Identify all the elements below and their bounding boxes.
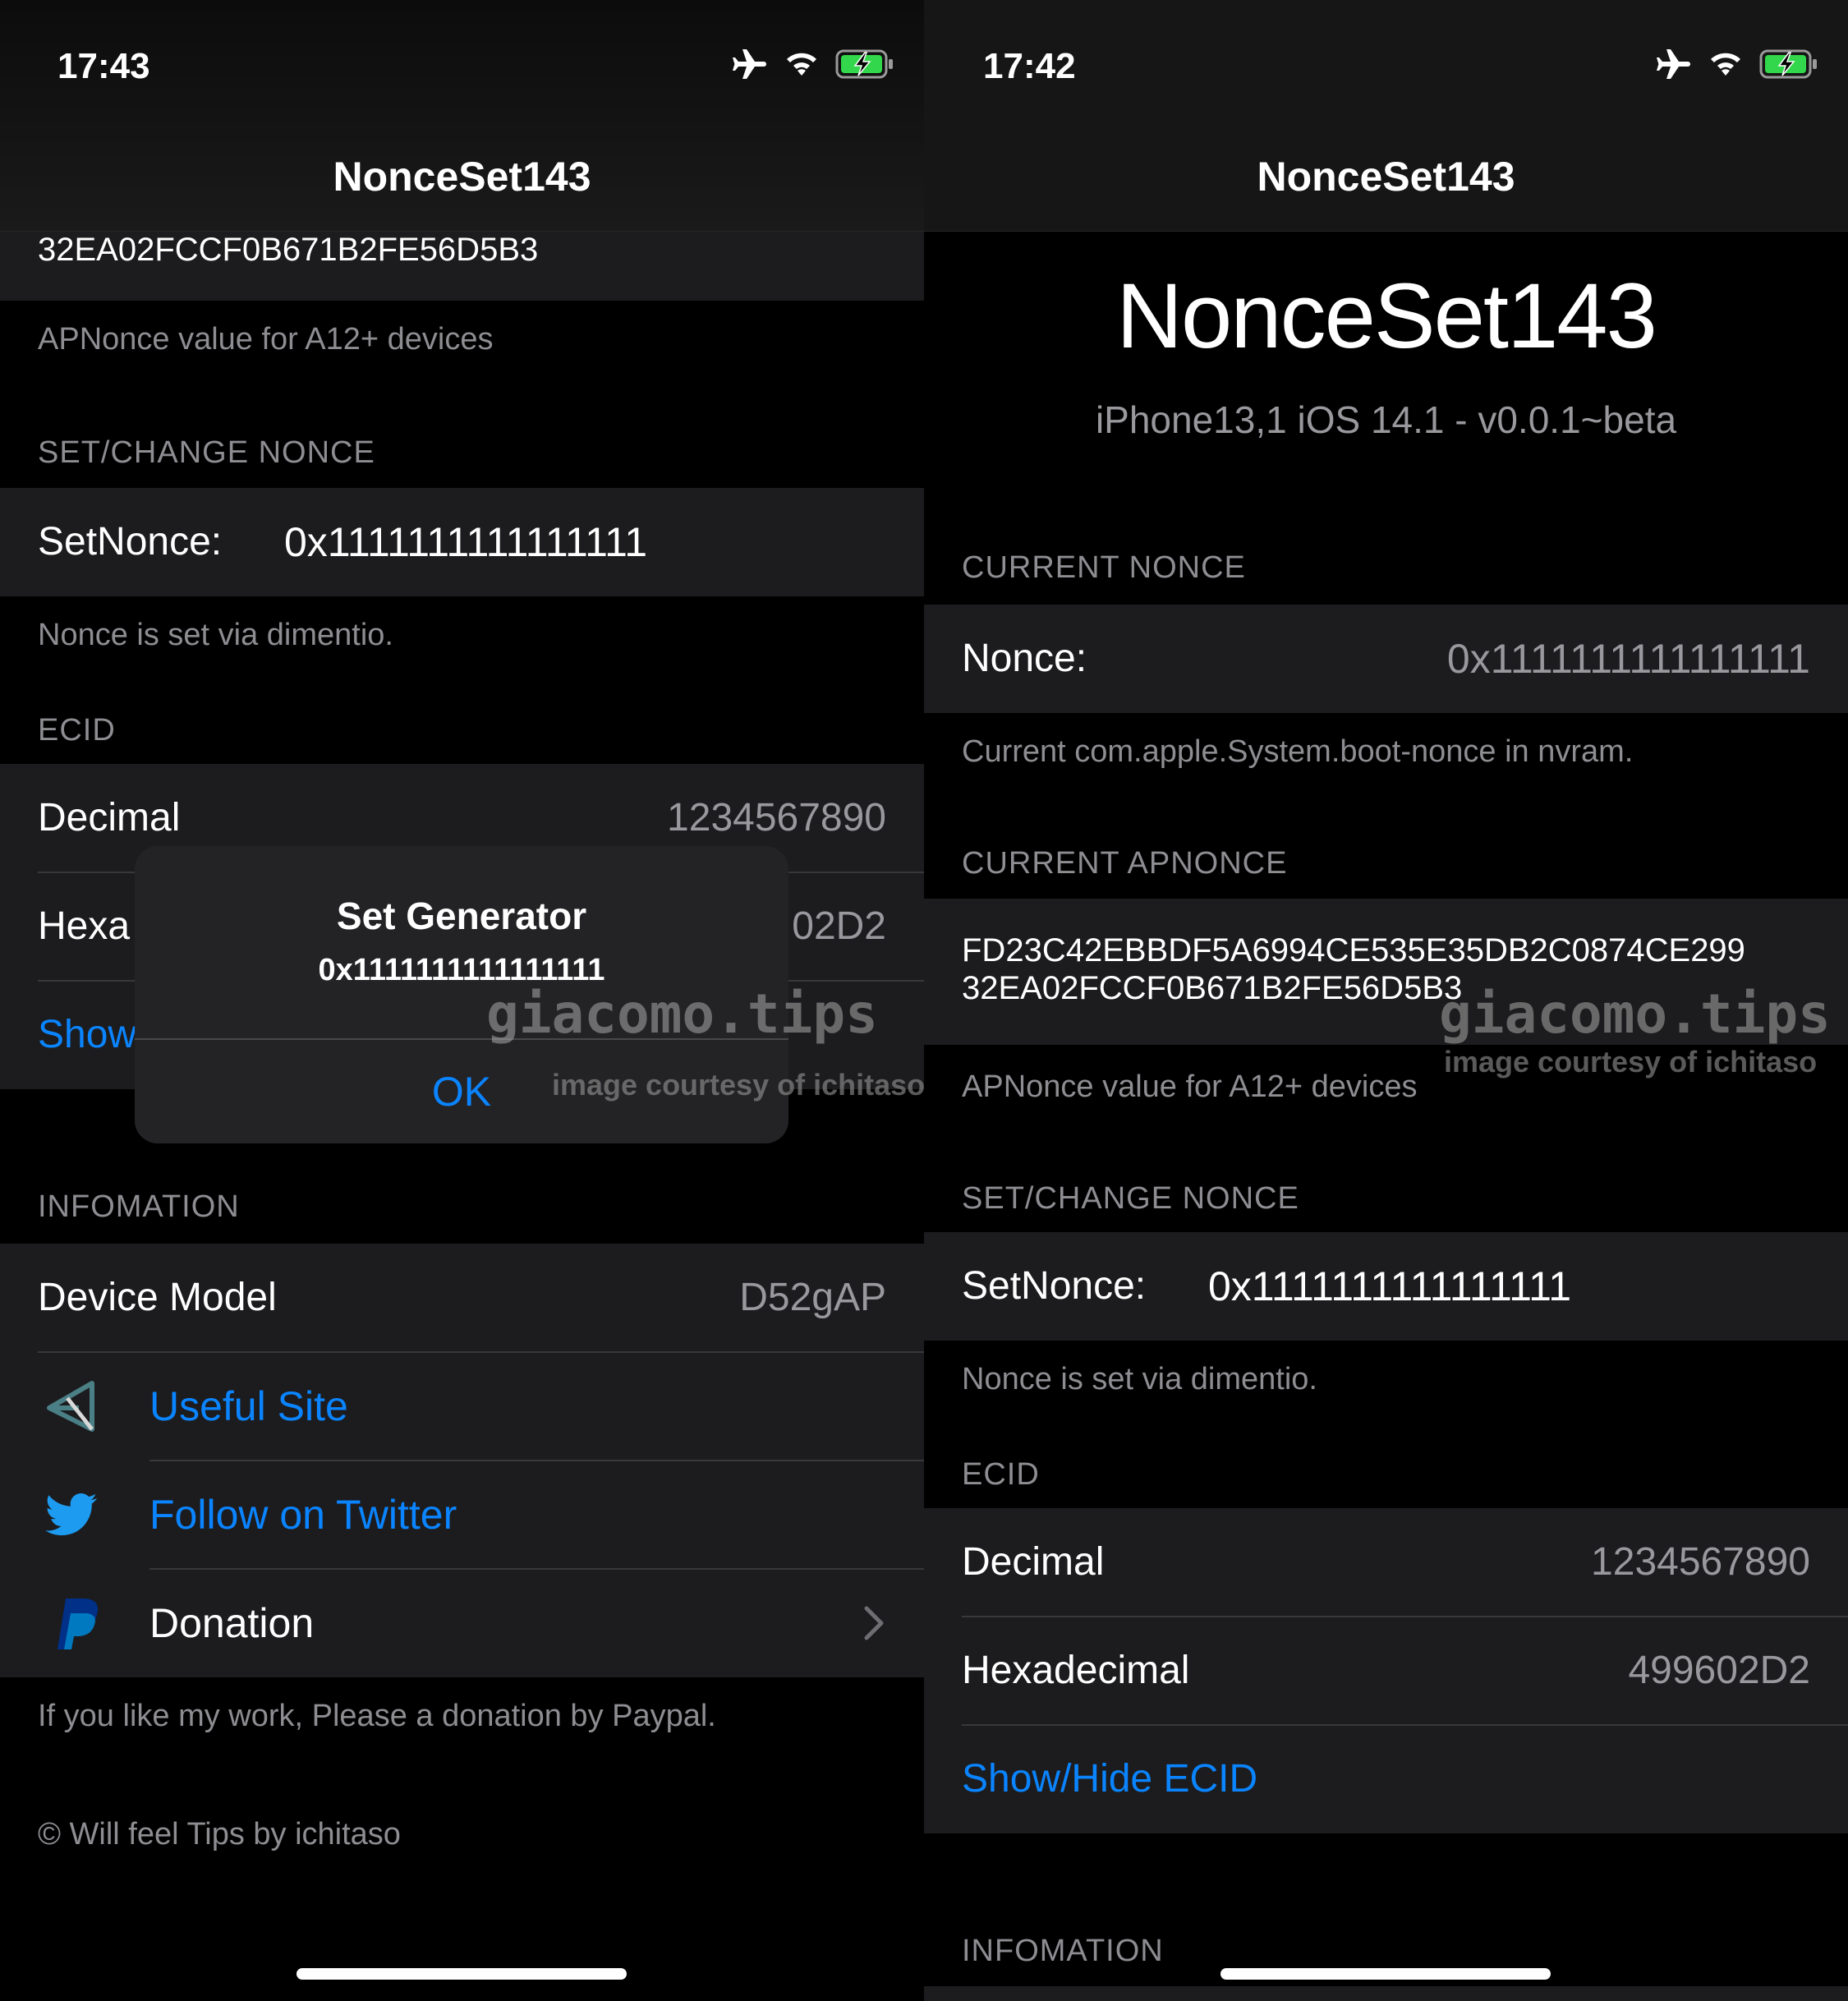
- setnonce-cell[interactable]: SetNonce: 0x1111111111111111: [0, 488, 924, 596]
- home-indicator: [1221, 1968, 1551, 1980]
- setnonce-footer: Nonce is set via dimentio.: [962, 1362, 1317, 1396]
- information-header: INFOMATION: [962, 1934, 1164, 1968]
- useful-site-link[interactable]: Useful Site: [149, 1352, 348, 1460]
- setnonce-input[interactable]: 0x1111111111111111: [284, 488, 647, 596]
- paypal-icon: [57, 1598, 99, 1649]
- follow-twitter-link[interactable]: Follow on Twitter: [149, 1460, 457, 1569]
- device-model-row: Device Model D52gAP: [0, 1244, 924, 1352]
- donation-footer: If you like my work, Please a donation b…: [38, 1699, 716, 1733]
- ecid-header: ECID: [38, 713, 116, 748]
- hexadecimal-label: Hexa: [38, 904, 131, 948]
- setnonce-label: SetNonce:: [962, 1264, 1147, 1308]
- information-group: Device Model D52gAP Useful Site Follow o…: [0, 1244, 924, 1677]
- battery-charging-icon: [835, 49, 893, 79]
- decimal-row: Decimal 1234567890: [924, 1508, 1848, 1617]
- status-icons: [732, 48, 894, 80]
- home-indicator: [297, 1968, 627, 1980]
- current-apnonce-header: CURRENT APNONCE: [962, 846, 1288, 881]
- status-time: 17:42: [983, 46, 1076, 86]
- copyright-footer: © Will feel Tips by ichitaso: [38, 1817, 401, 1852]
- ecid-header: ECID: [962, 1457, 1040, 1492]
- watermark-right-sub: image courtesy of ichitaso: [1444, 1045, 1818, 1079]
- show-hide-ecid-row[interactable]: Show/Hide ECID: [924, 1725, 1848, 1833]
- setnonce-footer: Nonce is set via dimentio.: [38, 618, 393, 652]
- device-version-subtitle: iPhone13,1 iOS 14.1 - v0.0.1~beta: [1095, 398, 1677, 441]
- airplane-icon: [1657, 49, 1690, 79]
- nonce-footer: Current com.apple.System.boot-nonce in n…: [962, 734, 1634, 769]
- decimal-value: 1234567890: [1591, 1540, 1810, 1584]
- twitter-icon: [45, 1493, 98, 1536]
- useful-site-icon: [47, 1381, 94, 1432]
- watermark-left-sub: image courtesy of ichitaso: [552, 1068, 926, 1102]
- information-group: [924, 1986, 1848, 2001]
- battery-charging-icon: [1759, 49, 1817, 79]
- show-hide-ecid-link[interactable]: Show: [38, 981, 136, 1089]
- nonce-label: Nonce:: [962, 637, 1087, 680]
- show-hide-ecid-link[interactable]: Show/Hide ECID: [962, 1725, 1257, 1833]
- ecid-group: Decimal 1234567890 Hexadecimal 499602D2 …: [924, 1508, 1848, 1833]
- nav-title: NonceSet143: [333, 154, 591, 200]
- status-bar: 17:42: [924, 0, 1848, 140]
- wifi-icon: [787, 53, 816, 76]
- apnonce-value-tail: 32EA02FCCF0B671B2FE56D5B3: [38, 232, 539, 268]
- apnonce-line-1: FD23C42EBBDF5A6994CE535E35DB2C0874CE299: [962, 932, 1745, 968]
- chevron-right-icon: [864, 1606, 884, 1640]
- information-header: INFOMATION: [38, 1189, 240, 1224]
- decimal-label: Decimal: [962, 1540, 1105, 1584]
- useful-site-row[interactable]: Useful Site: [0, 1352, 924, 1460]
- follow-twitter-row[interactable]: Follow on Twitter: [0, 1460, 924, 1569]
- apnonce-footer: APNonce value for A12+ devices: [962, 1070, 1418, 1104]
- status-time: 17:43: [57, 46, 150, 86]
- nonce-value: 0x1111111111111111: [1446, 636, 1810, 682]
- alert-title: Set Generator: [336, 895, 587, 937]
- hexadecimal-row: Hexadecimal 499602D2: [924, 1617, 1848, 1725]
- hexadecimal-label: Hexadecimal: [962, 1649, 1190, 1692]
- device-model-label: Device Model: [38, 1276, 277, 1319]
- airplane-icon: [733, 49, 766, 79]
- set-change-nonce-header: SET/CHANGE NONCE: [962, 1181, 1299, 1216]
- apnonce-footer: APNonce value for A12+ devices: [38, 322, 494, 356]
- nav-title: NonceSet143: [1257, 154, 1515, 200]
- nonce-cell: Nonce: 0x1111111111111111: [924, 605, 1848, 713]
- setnonce-input[interactable]: 0x1111111111111111: [1208, 1232, 1571, 1341]
- wifi-icon: [1711, 53, 1740, 76]
- device-model-value: D52gAP: [739, 1276, 886, 1319]
- app-big-title: NonceSet143: [1116, 264, 1657, 367]
- status-bar: 17:43: [0, 0, 924, 140]
- hexadecimal-value: 02D2: [792, 904, 886, 948]
- setnonce-cell[interactable]: SetNonce: 0x1111111111111111: [924, 1232, 1848, 1341]
- watermark-left: giacomo.tips: [486, 982, 878, 1046]
- status-icons: [1656, 48, 1818, 80]
- donation-row[interactable]: Donation: [0, 1569, 924, 1677]
- hexadecimal-value: 499602D2: [1628, 1649, 1810, 1692]
- watermark-right: giacomo.tips: [1439, 982, 1831, 1046]
- donation-label: Donation: [149, 1600, 315, 1646]
- setnonce-label: SetNonce:: [38, 520, 223, 564]
- set-change-nonce-header: SET/CHANGE NONCE: [38, 435, 375, 470]
- current-nonce-header: CURRENT NONCE: [962, 550, 1246, 585]
